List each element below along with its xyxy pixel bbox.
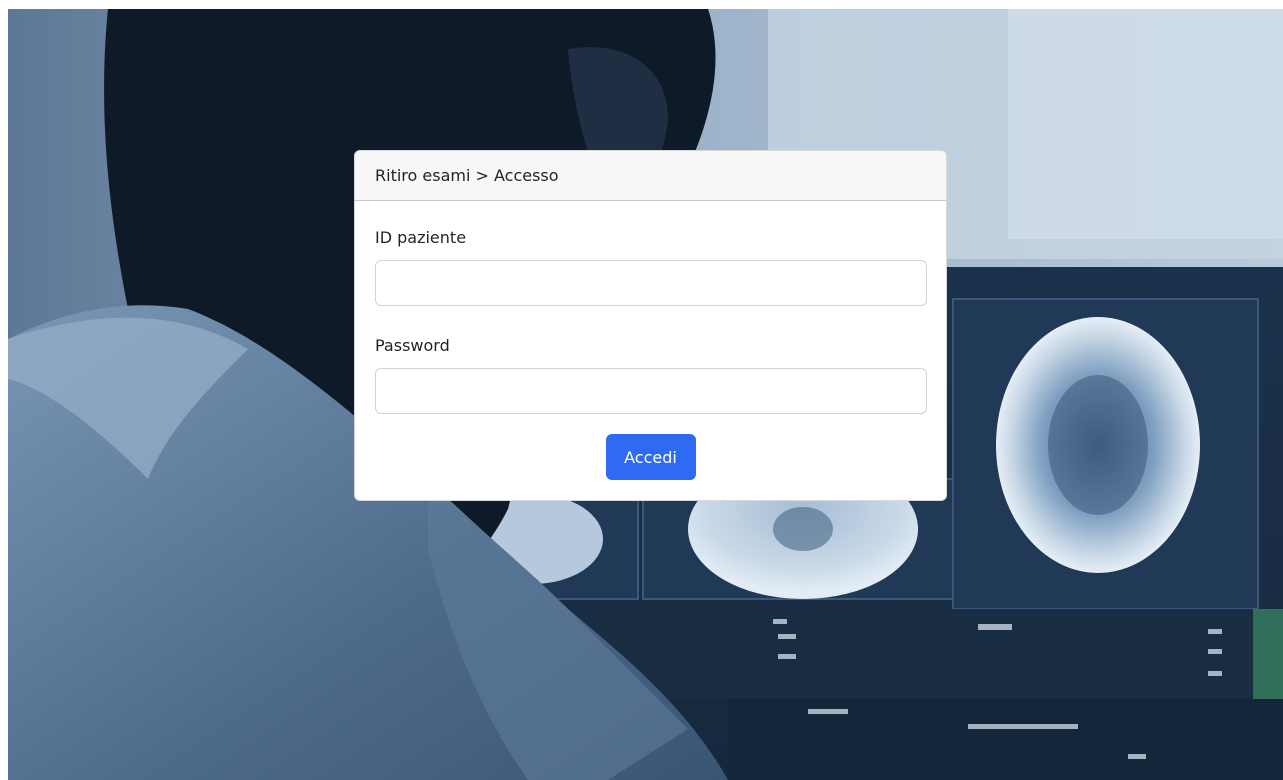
login-card: Ritiro esami > Accesso ID paziente Passw… [354,150,947,501]
patient-id-input[interactable] [375,260,927,306]
password-label: Password [375,336,450,355]
login-form: ID paziente Password Accedi [355,201,946,480]
login-page: Ritiro esami > Accesso ID paziente Passw… [8,9,1283,780]
login-button[interactable]: Accedi [605,434,696,480]
patient-id-label: ID paziente [375,228,467,247]
submit-row: Accedi [375,434,926,480]
breadcrumb: Ritiro esami > Accesso [375,166,559,185]
card-header: Ritiro esami > Accesso [355,151,946,201]
password-input[interactable] [375,368,927,414]
